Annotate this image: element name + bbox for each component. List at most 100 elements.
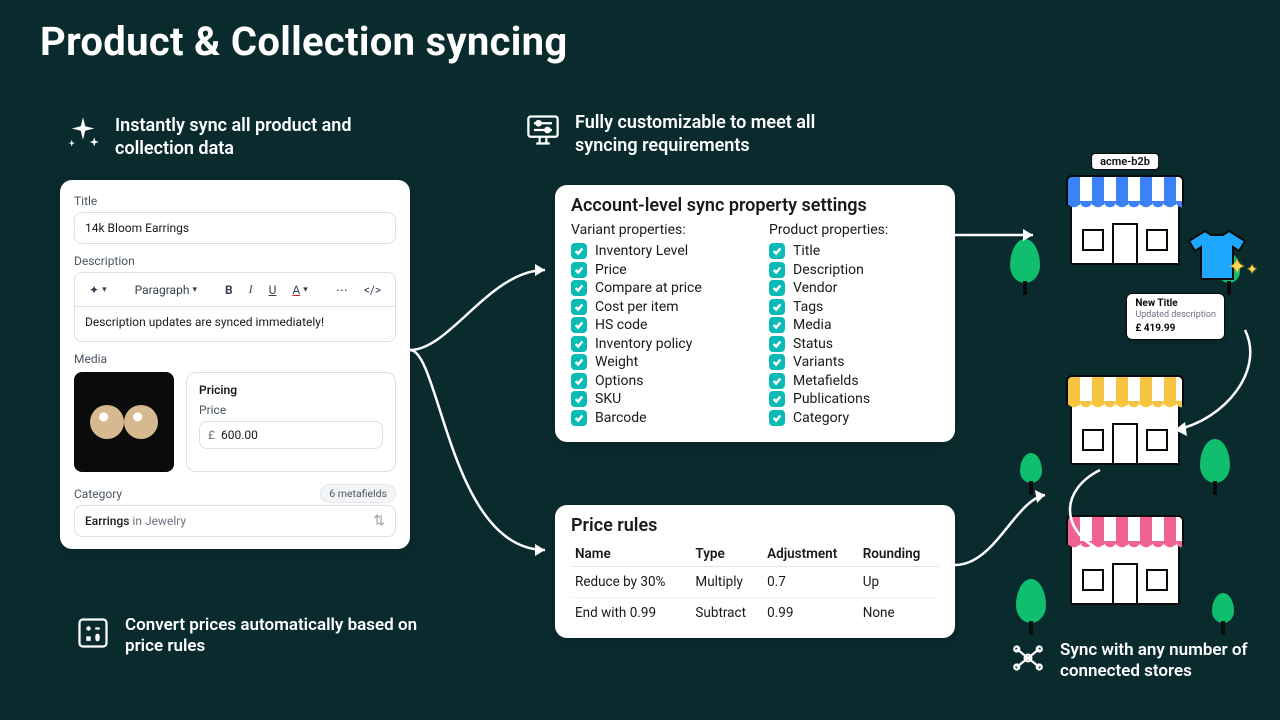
description-editor: ✦▾ Paragraph▾ B I U A▾ ⋯ </> Description… xyxy=(74,272,396,342)
property-item[interactable]: Status xyxy=(769,336,939,352)
checkbox-icon[interactable] xyxy=(571,354,587,370)
account-sync-settings-panel: Account-level sync property settings Var… xyxy=(555,185,955,442)
checkbox-icon[interactable] xyxy=(571,373,587,389)
property-label: HS code xyxy=(595,317,647,333)
property-label: Inventory Level xyxy=(595,243,688,259)
property-label: Inventory policy xyxy=(595,336,692,352)
property-item[interactable]: Media xyxy=(769,317,939,333)
category-select[interactable]: Earrings in Jewelry ⇅ xyxy=(74,505,396,537)
checkbox-icon[interactable] xyxy=(769,262,785,278)
property-item[interactable]: Variants xyxy=(769,354,939,370)
property-item[interactable]: Inventory Level xyxy=(571,243,741,259)
checkbox-icon[interactable] xyxy=(769,317,785,333)
synced-product-subtitle: Updated description xyxy=(1135,310,1216,321)
connected-stores-illustration: acme-b2b ✦✦ New Title Updated descriptio… xyxy=(1010,175,1250,605)
table-header: Type xyxy=(691,542,763,567)
feature-customizable-text: Fully customizable to meet all syncing r… xyxy=(575,112,875,157)
checkbox-icon[interactable] xyxy=(571,317,587,333)
price-input[interactable]: £ 600.00 xyxy=(199,421,383,449)
table-cell: End with 0.99 xyxy=(571,598,691,629)
price-rules-title: Price rules xyxy=(571,515,939,536)
bold-button[interactable]: B xyxy=(219,280,239,300)
metafields-badge[interactable]: 6 metafields xyxy=(320,484,396,503)
checkbox-icon[interactable] xyxy=(571,299,587,315)
store-card xyxy=(1010,515,1240,655)
property-item[interactable]: Publications xyxy=(769,391,939,407)
property-label: Variants xyxy=(793,354,845,370)
checkbox-icon[interactable] xyxy=(769,354,785,370)
checkbox-icon[interactable] xyxy=(571,336,587,352)
description-textarea[interactable]: Description updates are synced immediate… xyxy=(75,307,395,341)
table-header: Rounding xyxy=(859,542,939,567)
page-title: Product & Collection syncing xyxy=(40,18,568,65)
price-rules-panel: Price rules NameTypeAdjustmentRounding R… xyxy=(555,505,955,638)
property-item[interactable]: Price xyxy=(571,262,741,278)
checkbox-icon[interactable] xyxy=(571,243,587,259)
price-rules-header-row: NameTypeAdjustmentRounding xyxy=(571,542,939,567)
property-item[interactable]: Compare at price xyxy=(571,280,741,296)
feature-multi-store-text: Sync with any number of connected stores xyxy=(1060,640,1280,683)
product-image-thumbnail[interactable] xyxy=(74,372,174,472)
property-label: Cost per item xyxy=(595,299,679,315)
property-label: Vendor xyxy=(793,280,837,296)
table-cell: 0.99 xyxy=(763,598,859,629)
property-item[interactable]: SKU xyxy=(571,391,741,407)
property-item[interactable]: HS code xyxy=(571,317,741,333)
product-title-input[interactable] xyxy=(74,212,396,244)
settings-panel-title: Account-level sync property settings xyxy=(571,195,939,216)
property-item[interactable]: Metafields xyxy=(769,373,939,389)
property-item[interactable]: Description xyxy=(769,262,939,278)
feature-convert-prices: Convert prices automatically based on pr… xyxy=(75,615,445,658)
table-cell: Subtract xyxy=(691,598,763,629)
price-value: 600.00 xyxy=(221,428,374,442)
property-item[interactable]: Title xyxy=(769,243,939,259)
property-item[interactable]: Barcode xyxy=(571,410,741,426)
property-item[interactable]: Inventory policy xyxy=(571,336,741,352)
table-row[interactable]: End with 0.99Subtract0.99None xyxy=(571,598,939,629)
property-label: Media xyxy=(793,317,832,333)
checkbox-icon[interactable] xyxy=(769,391,785,407)
flow-arrow xyxy=(410,350,560,570)
property-item[interactable]: Cost per item xyxy=(571,299,741,315)
property-label: Publications xyxy=(793,391,870,407)
sparkle-icon: ✦✦ xyxy=(1228,255,1258,280)
checkbox-icon[interactable] xyxy=(769,280,785,296)
property-item[interactable]: Options xyxy=(571,373,741,389)
currency-symbol: £ xyxy=(208,428,215,442)
more-formatting-button[interactable]: ⋯ xyxy=(330,280,354,300)
paragraph-style-select[interactable]: Paragraph▾ xyxy=(129,280,203,300)
property-item[interactable]: Weight xyxy=(571,354,741,370)
underline-button[interactable]: U xyxy=(263,280,283,300)
feature-multi-store: Sync with any number of connected stores xyxy=(1010,640,1280,683)
ai-icon[interactable]: ✦▾ xyxy=(83,280,113,300)
synced-product-title: New Title xyxy=(1135,298,1216,310)
category-label: Category xyxy=(74,487,122,501)
description-label: Description xyxy=(74,254,396,268)
checkbox-icon[interactable] xyxy=(571,262,587,278)
table-cell: Multiply xyxy=(691,567,763,598)
checkbox-icon[interactable] xyxy=(769,373,785,389)
property-item[interactable]: Tags xyxy=(769,299,939,315)
checkbox-icon[interactable] xyxy=(769,243,785,259)
feature-sync-all-text: Instantly sync all product and collectio… xyxy=(115,115,415,160)
feature-sync-all: Instantly sync all product and collectio… xyxy=(65,115,415,160)
checkbox-icon[interactable] xyxy=(571,410,587,426)
price-rules-table: NameTypeAdjustmentRounding Reduce by 30%… xyxy=(571,542,939,628)
checkbox-icon[interactable] xyxy=(769,410,785,426)
flow-arrow xyxy=(410,250,560,350)
code-view-button[interactable]: </> xyxy=(358,280,387,300)
italic-button[interactable]: I xyxy=(243,279,259,300)
property-item[interactable]: Vendor xyxy=(769,280,939,296)
table-cell: Up xyxy=(859,567,939,598)
text-color-button[interactable]: A▾ xyxy=(286,280,313,300)
description-toolbar: ✦▾ Paragraph▾ B I U A▾ ⋯ </> xyxy=(75,273,395,307)
table-cell: 0.7 xyxy=(763,567,859,598)
table-row[interactable]: Reduce by 30%Multiply0.7Up xyxy=(571,567,939,598)
property-item[interactable]: Category xyxy=(769,410,939,426)
title-label: Title xyxy=(74,194,396,208)
checkbox-icon[interactable] xyxy=(769,336,785,352)
checkbox-icon[interactable] xyxy=(571,391,587,407)
checkbox-icon[interactable] xyxy=(769,299,785,315)
checkbox-icon[interactable] xyxy=(571,280,587,296)
property-label: Metafields xyxy=(793,373,859,389)
